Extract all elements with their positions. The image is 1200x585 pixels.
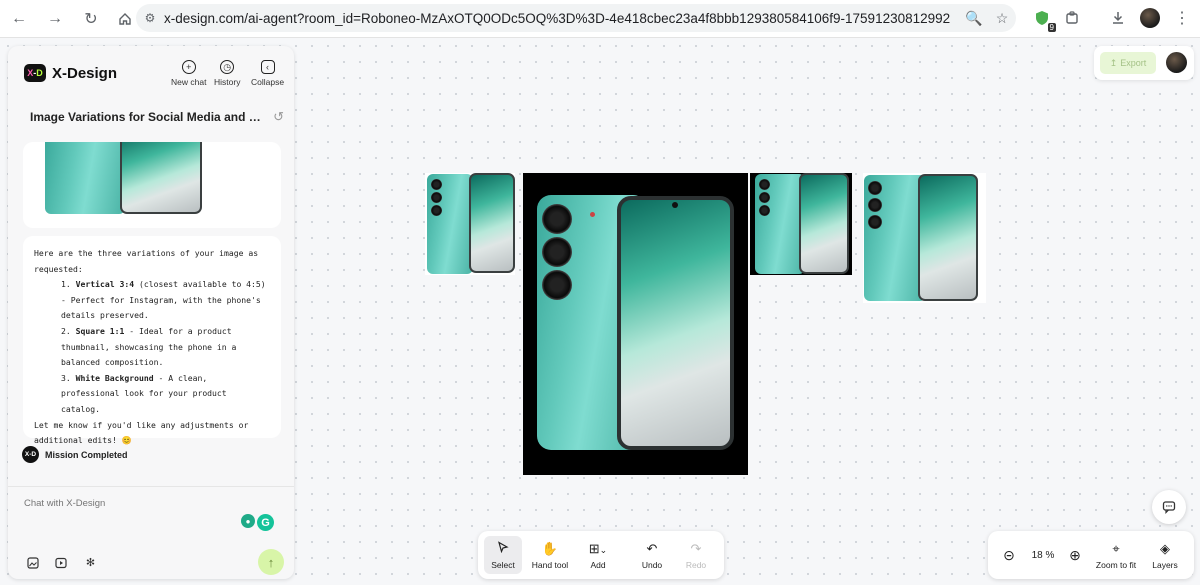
- undo-label: Undo: [641, 559, 663, 570]
- new-chat-label: New chat: [171, 77, 207, 87]
- home-icon[interactable]: [112, 6, 138, 32]
- reload-icon[interactable]: ↻: [78, 6, 104, 32]
- site-settings-icon[interactable]: ⚙: [136, 11, 164, 25]
- canvas-image-vertical[interactable]: [425, 173, 515, 275]
- add-plus-icon: ⊞⌄: [588, 540, 608, 556]
- zoom-controls: ⊝ 18 % ⊕ ⌖ Zoom to fit ◈ Layers: [988, 531, 1194, 579]
- video-upload-icon[interactable]: [54, 556, 67, 569]
- chevron-down-icon: ⌄: [599, 544, 608, 555]
- flash-dot: [590, 212, 595, 217]
- browser-toolbar: ← → ↻ ⚙ x-design.com/ai-agent?room_id=Ro…: [0, 0, 1200, 38]
- edit-title-icon[interactable]: ↺: [273, 109, 284, 125]
- front-camera: [672, 202, 678, 208]
- lightbulb-icon[interactable]: ●: [241, 514, 255, 528]
- forward-icon[interactable]: →: [42, 6, 68, 32]
- x-design-logo: X-D: [24, 64, 46, 82]
- user-avatar[interactable]: [1166, 52, 1187, 73]
- extension-badge: 9: [1047, 23, 1056, 32]
- previous-image-card[interactable]: [23, 142, 281, 228]
- collapse-icon: ‹: [260, 60, 275, 74]
- plus-icon: +: [181, 60, 196, 74]
- image-upload-icon[interactable]: [26, 556, 39, 569]
- grammarly-icon[interactable]: G: [257, 514, 274, 531]
- zoom-out-button[interactable]: ⊝: [996, 536, 1022, 574]
- message-item-3: 3. White Background - A clean, professio…: [61, 372, 227, 414]
- select-tool-button[interactable]: Select: [484, 536, 522, 574]
- send-button[interactable]: ↑: [258, 549, 284, 575]
- zoom-in-button[interactable]: ⊕: [1062, 536, 1088, 574]
- export-icon: ↥: [1109, 57, 1118, 68]
- canvas-toolbar: Select ✋ Hand tool ⊞⌄ Add ↶ Undo ↷ Redo: [478, 531, 724, 579]
- message-item-2: 2. Square 1:1 - Ideal for a product thum…: [61, 325, 237, 368]
- add-label: Add: [590, 559, 606, 570]
- profile-avatar[interactable]: [1140, 8, 1160, 28]
- export-label: Export: [1120, 58, 1147, 68]
- redo-button[interactable]: ↷ Redo: [678, 536, 714, 574]
- export-area: ↥ Export: [1094, 46, 1194, 80]
- redo-icon: ↷: [690, 540, 702, 556]
- brand-name: X-Design: [52, 65, 118, 82]
- zoom-in-icon: ⊕: [1069, 546, 1081, 563]
- cursor-icon: [497, 540, 509, 557]
- extension-shield-icon[interactable]: 9: [1030, 6, 1056, 32]
- hand-tool-button[interactable]: ✋ Hand tool: [528, 536, 572, 574]
- phone-image-thumbnail: [45, 142, 205, 218]
- layers-button[interactable]: ◈ Layers: [1146, 536, 1184, 574]
- url-text[interactable]: x-design.com/ai-agent?room_id=Roboneo-Mz…: [164, 11, 960, 26]
- x-design-small-logo: X-D: [22, 446, 39, 463]
- input-divider: [8, 486, 294, 487]
- browser-menu-icon[interactable]: ⋮: [1170, 6, 1194, 30]
- crosshair-icon: ⌖: [1112, 540, 1120, 556]
- collapse-button[interactable]: ‹ Collapse: [251, 60, 284, 87]
- mission-status: X-D Mission Completed: [22, 446, 128, 463]
- address-bar[interactable]: ⚙ x-design.com/ai-agent?room_id=Roboneo-…: [136, 4, 1016, 32]
- chat-input[interactable]: [24, 498, 224, 509]
- zoom-to-fit-label: Zoom to fit: [1095, 559, 1137, 570]
- panel-header: X-D X-Design + New chat ◷ History ‹ Coll…: [8, 46, 294, 102]
- canvas-image-square[interactable]: [523, 173, 748, 475]
- history-button[interactable]: ◷ History: [214, 60, 240, 87]
- back-icon[interactable]: ←: [6, 6, 32, 32]
- download-icon[interactable]: [1106, 6, 1130, 30]
- message-item-1: 1. Vertical 3:4 (closest available to 4:…: [61, 279, 266, 321]
- undo-button[interactable]: ↶ Undo: [634, 536, 670, 574]
- hand-icon: ✋: [541, 540, 559, 556]
- layers-label: Layers: [1152, 559, 1178, 570]
- add-button[interactable]: ⊞⌄ Add: [578, 536, 618, 574]
- canvas-image-white-bg[interactable]: [863, 173, 986, 303]
- chat-title-row: Image Variations for Social Media and Ca…: [8, 104, 294, 132]
- extensions-puzzle-icon[interactable]: [1060, 6, 1084, 30]
- assistant-message: Here are the three variations of your im…: [23, 236, 281, 445]
- new-chat-button[interactable]: + New chat: [171, 60, 206, 87]
- select-label: Select: [491, 559, 515, 570]
- feedback-chat-icon[interactable]: [1152, 490, 1186, 524]
- zoom-icon[interactable]: 🔍: [960, 10, 988, 27]
- bookmark-star-icon[interactable]: ☆: [988, 10, 1016, 27]
- layers-icon: ◈: [1160, 540, 1170, 556]
- collapse-label: Collapse: [251, 77, 285, 87]
- undo-icon: ↶: [646, 540, 658, 556]
- zoom-to-fit-button[interactable]: ⌖ Zoom to fit: [1092, 536, 1140, 574]
- hand-tool-label: Hand tool: [531, 559, 569, 570]
- mission-status-text: Mission Completed: [45, 449, 128, 460]
- chat-title[interactable]: Image Variations for Social Media and Ca…: [30, 110, 262, 124]
- zoom-unit: %: [1045, 549, 1055, 561]
- zoom-out-icon: ⊝: [1003, 546, 1015, 563]
- zoom-value: 18: [1031, 549, 1043, 561]
- canvas-image-black-bg[interactable]: [750, 173, 852, 275]
- redo-label: Redo: [685, 559, 707, 570]
- clock-icon: ◷: [220, 60, 235, 74]
- message-intro: Here are the three variations of your im…: [34, 248, 259, 274]
- settings-gear-icon[interactable]: ✻: [84, 556, 97, 569]
- grammarly-widgets: ● G: [241, 514, 274, 531]
- message-outro: Let me know if you'd like any adjustment…: [34, 419, 249, 446]
- history-label: History: [214, 77, 241, 87]
- chat-panel: X-D X-Design + New chat ◷ History ‹ Coll…: [8, 46, 294, 579]
- zoom-level[interactable]: 18 %: [1028, 536, 1058, 574]
- export-button[interactable]: ↥ Export: [1100, 52, 1156, 74]
